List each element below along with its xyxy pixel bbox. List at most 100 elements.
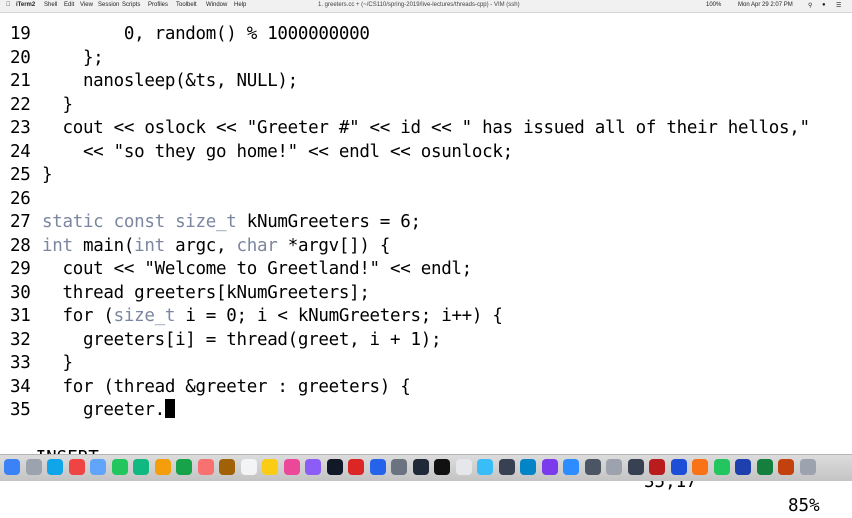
preview-icon[interactable] xyxy=(477,459,493,475)
slack-icon[interactable] xyxy=(541,459,558,475)
code-line: 31 for (size_t i = 0; i < kNumGreeters; … xyxy=(0,304,503,328)
disk-utility-icon[interactable] xyxy=(606,459,622,475)
messages-icon[interactable] xyxy=(111,459,128,475)
menu-view[interactable]: View xyxy=(80,2,93,8)
line-number: 25 xyxy=(10,165,31,185)
code-line: 24 << "so they go home!" << endl << osun… xyxy=(0,140,513,164)
activity-icon[interactable] xyxy=(584,459,601,475)
code-line: 34 for (thread &greeter : greeters) { xyxy=(0,375,411,399)
line-number: 33 xyxy=(10,353,31,373)
scroll-percent: 85% xyxy=(788,496,820,516)
news-icon[interactable] xyxy=(348,459,364,475)
line-number: 26 xyxy=(10,188,31,209)
menu-toolbelt[interactable]: Toolbelt xyxy=(176,2,197,8)
code-line: 25} xyxy=(0,163,53,187)
line-number: 28 xyxy=(10,235,31,256)
terminal-icon[interactable] xyxy=(412,459,429,475)
line-number: 27 xyxy=(10,212,31,232)
line-number: 20 xyxy=(10,47,31,68)
line-number: 21 xyxy=(10,71,31,91)
menu-profiles[interactable]: Profiles xyxy=(148,2,168,8)
mail-icon[interactable] xyxy=(90,459,106,475)
numbers-icon[interactable] xyxy=(713,459,730,475)
xcode-icon[interactable] xyxy=(520,459,536,475)
line-number: 34 xyxy=(10,376,31,397)
trash-icon[interactable] xyxy=(799,459,816,475)
contacts-icon[interactable] xyxy=(219,459,235,475)
code-line: 35 greeter. xyxy=(0,398,175,422)
line-number: 35 xyxy=(10,400,31,420)
notification-center-icon[interactable]: ☰ xyxy=(836,2,841,9)
app-menu[interactable]: iTerm2 xyxy=(16,2,35,8)
line-number: 22 xyxy=(10,94,31,115)
text-cursor xyxy=(164,399,175,418)
iterm-icon[interactable] xyxy=(434,459,450,475)
photobooth-icon[interactable] xyxy=(649,459,665,475)
code-line: 26 xyxy=(0,187,42,211)
menu-bar:  iTerm2 Shell Edit View Session Scripts… xyxy=(0,0,852,13)
search-icon[interactable]: ⚲ xyxy=(808,2,812,9)
maps-icon[interactable] xyxy=(133,459,149,475)
preferences-icon[interactable] xyxy=(391,459,407,475)
menu-help[interactable]: Help xyxy=(234,2,246,8)
code-line: 20 }; xyxy=(0,46,104,70)
code-line: 22 } xyxy=(0,93,73,117)
clock[interactable]: Mon Apr 29 2:07 PM xyxy=(738,2,793,8)
status-line: -- INSERT -- 35,17 85% xyxy=(0,422,852,516)
photos-icon[interactable] xyxy=(154,459,171,475)
dock xyxy=(0,454,852,481)
finder-icon[interactable] xyxy=(4,459,20,475)
tv-icon[interactable] xyxy=(326,459,343,475)
notes-icon[interactable] xyxy=(262,459,278,475)
safari-icon[interactable] xyxy=(47,459,63,475)
menu-edit[interactable]: Edit xyxy=(64,2,74,8)
line-number: 30 xyxy=(10,282,31,303)
line-number: 19 xyxy=(10,24,31,44)
menu-session[interactable]: Session xyxy=(98,2,119,8)
code-line: 23 cout << oslock << "Greeter #" << id <… xyxy=(0,116,810,140)
keyword: size_t xyxy=(113,306,176,326)
line-number: 32 xyxy=(10,329,31,350)
keyword: int xyxy=(134,235,165,256)
code-line: 29 cout << "Welcome to Greetland!" << en… xyxy=(0,257,472,281)
code-line: 32 greeters[i] = thread(greet, i + 1); xyxy=(0,328,442,352)
window-title: 1. greeters.cc + (~/CS110/spring-2019/li… xyxy=(318,2,520,8)
launchpad-icon[interactable] xyxy=(25,459,42,475)
battery-status[interactable]: 100% xyxy=(706,2,721,8)
code-line: 33 } xyxy=(0,351,73,375)
line-number: 31 xyxy=(10,306,31,326)
word-icon[interactable] xyxy=(735,459,751,475)
code-line: 21 nanosleep(&ts, NULL); xyxy=(0,69,298,93)
chrome-icon[interactable] xyxy=(68,459,85,475)
line-number: 29 xyxy=(10,259,31,279)
keyword: int xyxy=(42,235,73,256)
podcasts-icon[interactable] xyxy=(305,459,321,475)
menu-scripts[interactable]: Scripts xyxy=(122,2,140,8)
line-number: 23 xyxy=(10,118,31,138)
zoom-icon[interactable] xyxy=(563,459,579,475)
console-icon[interactable] xyxy=(627,459,644,475)
code-line: 27 static const size_t kNumGreeters = 6; xyxy=(0,210,421,234)
apple-icon[interactable]:  xyxy=(6,2,11,8)
code-line: 28 int main(int argc, char *argv[]) { xyxy=(0,234,390,258)
code-line: 19 0, random() % 1000000000 xyxy=(0,22,370,46)
siri-icon[interactable]: ● xyxy=(822,2,826,8)
facetime-icon[interactable] xyxy=(176,459,192,475)
appstore-icon[interactable] xyxy=(369,459,386,475)
keyword: static const size_t xyxy=(42,212,237,232)
calendar-icon[interactable] xyxy=(197,459,214,475)
textedit-icon[interactable] xyxy=(455,459,472,475)
line-number: 24 xyxy=(10,141,31,162)
music-icon[interactable] xyxy=(283,459,300,475)
excel-icon[interactable] xyxy=(756,459,773,475)
keyword: char xyxy=(236,235,278,256)
code-line: 30 thread greeters[kNumGreeters]; xyxy=(0,281,370,305)
powerpoint-icon[interactable] xyxy=(778,459,794,475)
pages-icon[interactable] xyxy=(692,459,708,475)
vim-editor[interactable]: 19 0, random() % 1000000000 20 }; 21 nan… xyxy=(0,22,852,422)
menu-window[interactable]: Window xyxy=(206,2,227,8)
keynote-icon[interactable] xyxy=(670,459,687,475)
reminders-icon[interactable] xyxy=(240,459,257,475)
menu-shell[interactable]: Shell xyxy=(44,2,57,8)
quicktime-icon[interactable] xyxy=(498,459,515,475)
